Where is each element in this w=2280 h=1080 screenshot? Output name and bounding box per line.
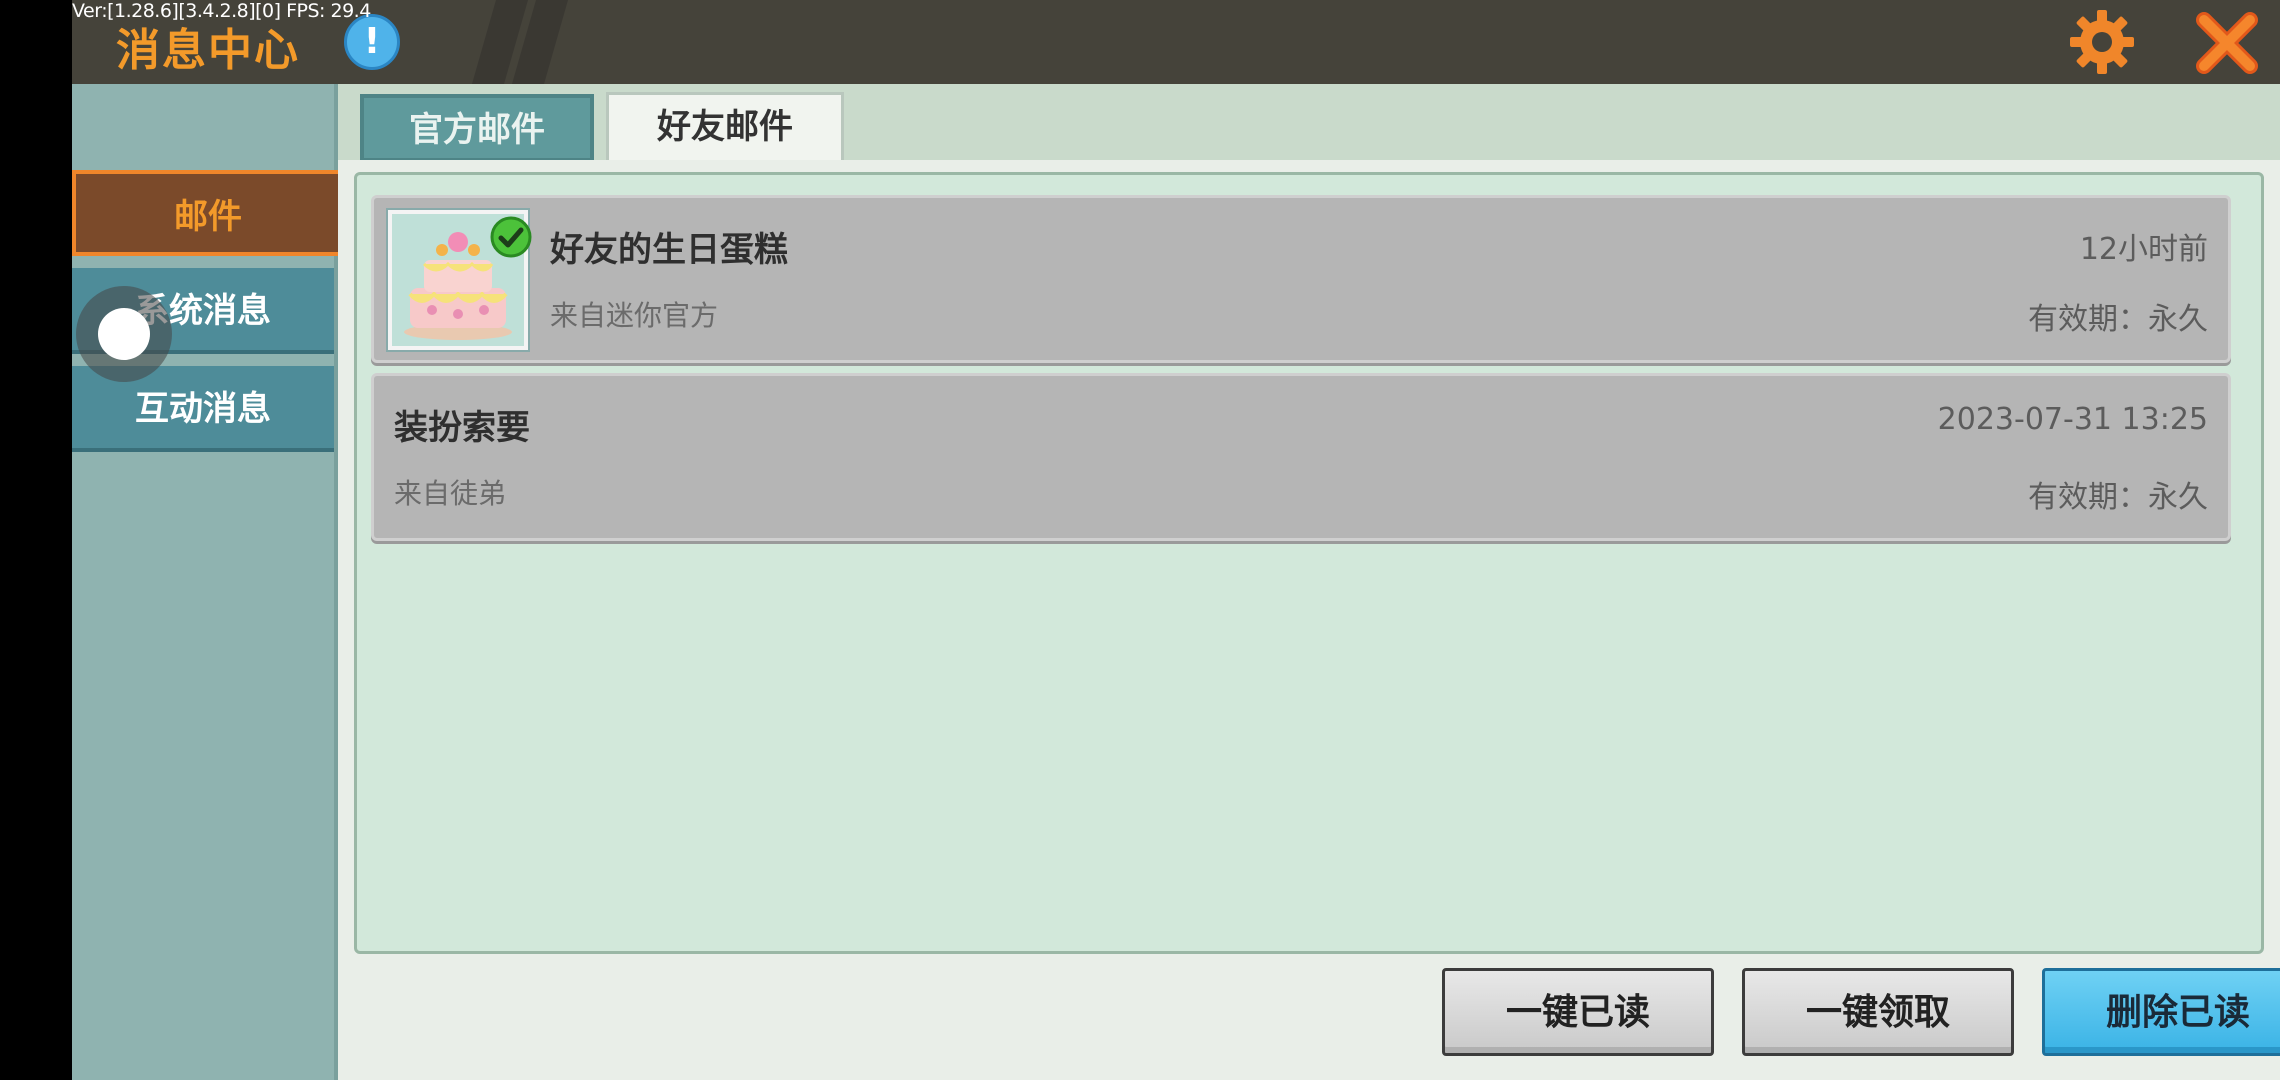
content-area: 好友的生日蛋糕 来自迷你官方 12小时前 有效期：永久 装扮索要 来自徒弟 20…: [338, 160, 2280, 1080]
mail-validity: 有效期：永久: [2028, 480, 2208, 515]
attachment-thumbnail: [386, 208, 532, 352]
claim-all-button[interactable]: 一键领取: [1742, 968, 2014, 1056]
claimed-check-icon: [490, 216, 532, 258]
mail-item[interactable]: 装扮索要 来自徒弟 2023-07-31 13:25 有效期：永久: [371, 373, 2231, 541]
tab-friend-mail[interactable]: 好友邮件: [606, 92, 844, 164]
sidebar: 邮件 系统消息 互动消息: [72, 84, 344, 1080]
gear-icon[interactable]: [2068, 8, 2136, 76]
mail-time: 12小时前: [2079, 232, 2208, 267]
tab-official-mail[interactable]: 官方邮件: [360, 94, 594, 162]
mail-validity: 有效期：永久: [2028, 302, 2208, 337]
touch-indicator: [76, 286, 172, 382]
screen-left-edge: [0, 0, 72, 1080]
mail-list: 好友的生日蛋糕 来自迷你官方 12小时前 有效期：永久 装扮索要 来自徒弟 20…: [354, 172, 2264, 954]
debug-version-text: Ver:[1.28.6][3.4.2.8][0] FPS: 29.4: [72, 0, 371, 22]
mail-sender: 来自徒弟: [394, 477, 507, 510]
title-bar: 消息中心 !: [72, 0, 2280, 84]
mail-item[interactable]: 好友的生日蛋糕 来自迷你官方 12小时前 有效期：永久: [371, 195, 2231, 363]
page-title: 消息中心: [116, 25, 300, 76]
exclamation-icon[interactable]: !: [344, 14, 400, 70]
exclamation-glyph: !: [363, 21, 381, 62]
close-icon[interactable]: [2192, 8, 2262, 78]
read-all-button[interactable]: 一键已读: [1442, 968, 1714, 1056]
decor-stripes: [472, 0, 568, 84]
mail-time: 2023-07-31 13:25: [1937, 402, 2208, 437]
delete-read-button[interactable]: 删除已读: [2042, 968, 2280, 1056]
message-center-window: 消息中心 ! 邮件 系统消息 互动消息 官方邮件 好友邮件 好友的生日蛋糕 来自…: [72, 0, 2280, 1080]
mail-title: 好友的生日蛋糕: [550, 230, 788, 270]
mail-sender: 来自迷你官方: [550, 299, 719, 332]
mail-title: 装扮索要: [394, 408, 530, 448]
sidebar-item-mail[interactable]: 邮件: [72, 170, 344, 256]
